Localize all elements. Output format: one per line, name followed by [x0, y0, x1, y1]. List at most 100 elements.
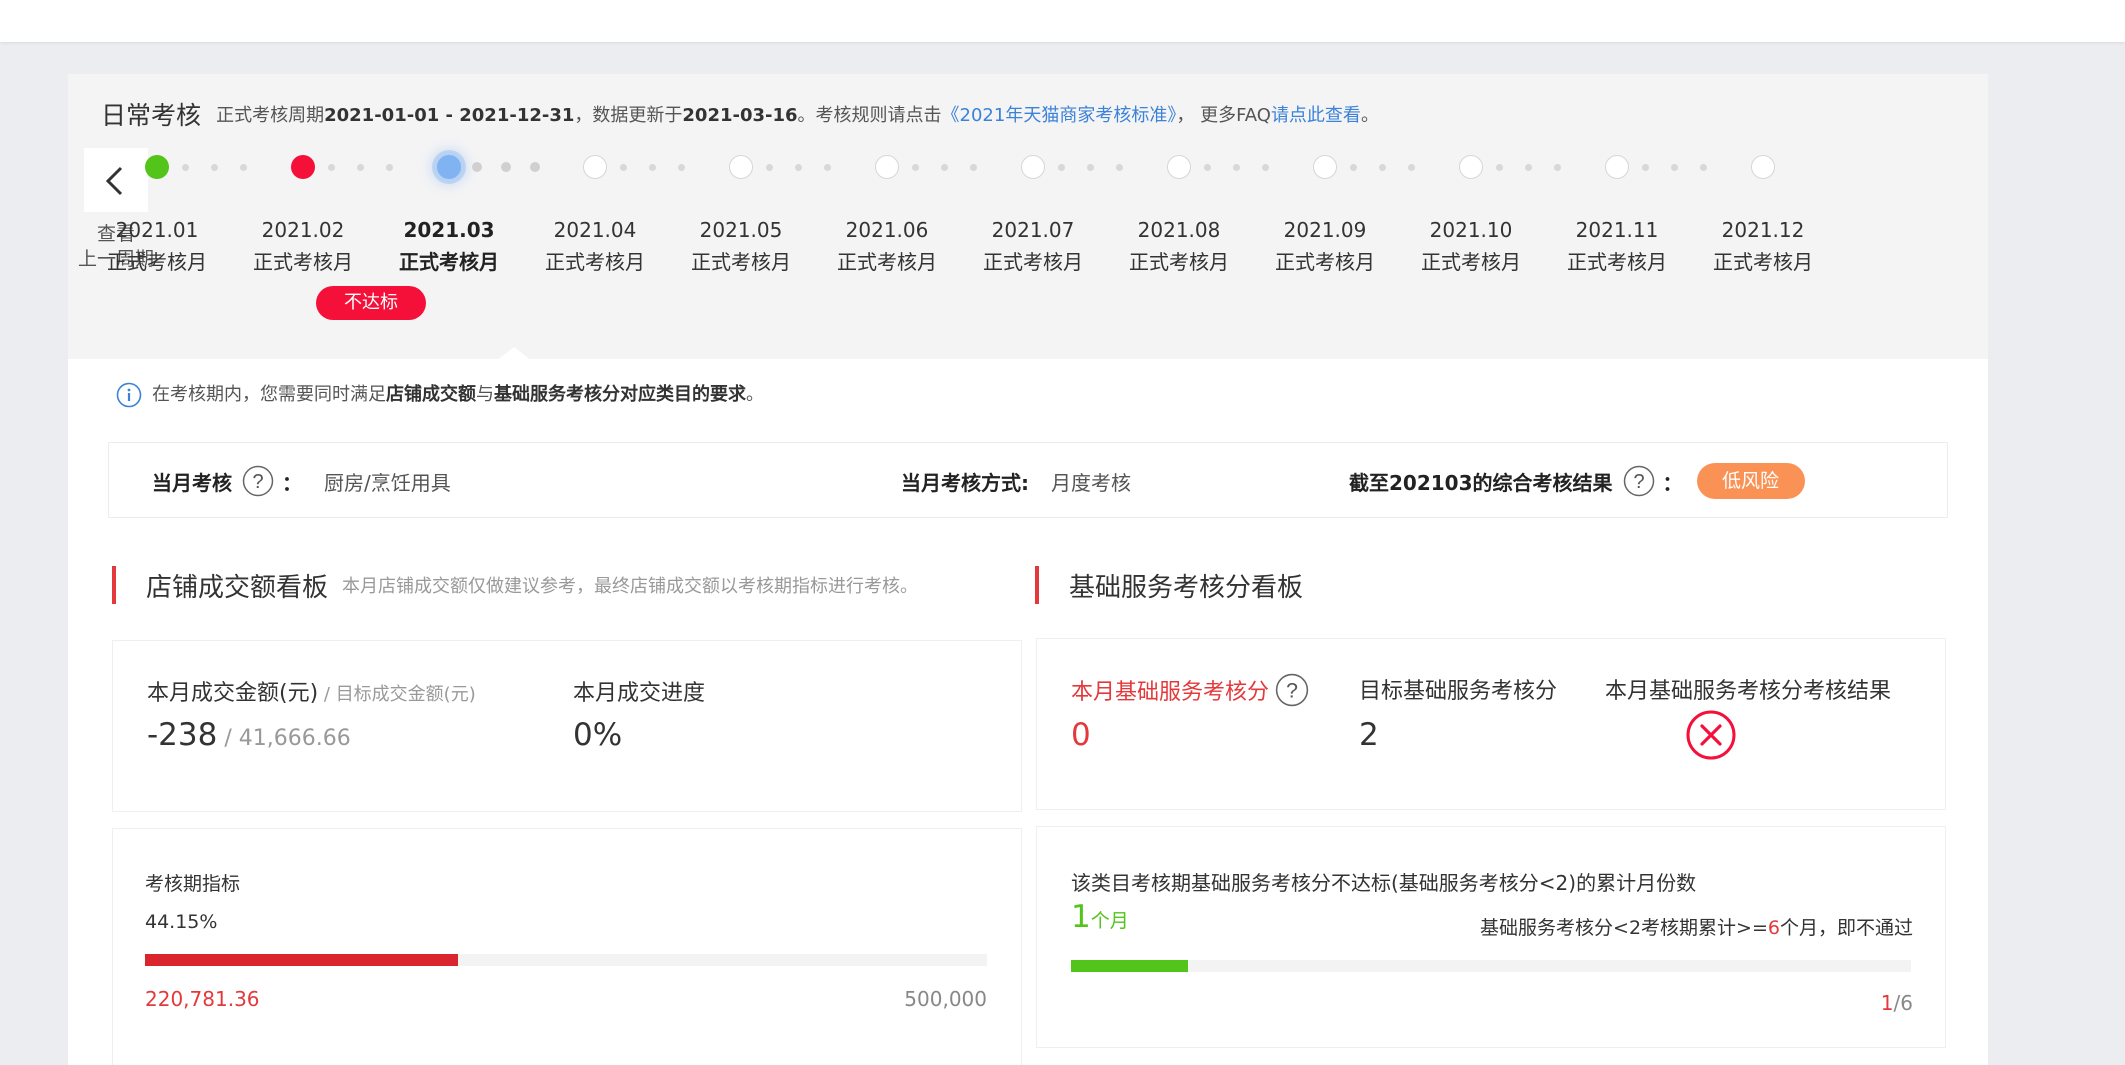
timeline-separator-dot [181, 163, 189, 171]
timeline-separator-dot [327, 163, 335, 171]
timeline-month-2021.06[interactable]: 2021.06 正式考核月 [814, 214, 960, 278]
timeline-month-2021.11[interactable]: 2021.11 正式考核月 [1544, 214, 1690, 278]
timeline-separator-dot [619, 163, 627, 171]
timeline-separator-dot [385, 163, 393, 171]
fail-count-progress-fill [1071, 960, 1188, 972]
timeline-dot-2021.09[interactable] [1313, 155, 1337, 179]
fail-count-ratio: 1/6 [1880, 991, 1913, 1015]
timeline-separator-dot [1553, 163, 1561, 171]
timeline-separator-dot [472, 162, 482, 172]
svg-text:?: ? [252, 471, 263, 493]
timeline-separator-dot [1203, 163, 1211, 171]
info-icon [116, 382, 142, 408]
timeline-month-2021.05[interactable]: 2021.05 正式考核月 [668, 214, 814, 278]
timeline-dot-2021.10[interactable] [1459, 155, 1483, 179]
timeline-dot-2021.01[interactable] [145, 155, 169, 179]
timeline-dot-2021.06[interactable] [875, 155, 899, 179]
question-icon[interactable]: ? [242, 465, 274, 497]
timeline-dot-2021.04[interactable] [583, 155, 607, 179]
current-month-pointer [496, 347, 532, 361]
fail-x-icon [1686, 710, 1736, 760]
monthly-sales-box: 本月成交金额(元) / 目标成交金额(元) -238 / 41,666.66 本… [112, 640, 1022, 812]
timeline-separator-dot [239, 163, 247, 171]
current-month-category: 当月考核 ? ： 厨房/烹饪用具 [152, 443, 451, 519]
top-bar [0, 0, 2125, 42]
monthly-service-box: 本月基础服务考核分 ? 0 目标基础服务考核分 2 本月基础服务考核分考核结果 [1036, 638, 1946, 810]
service-score-label: 本月基础服务考核分 ? [1071, 673, 1309, 707]
timeline-month-2021.04[interactable]: 2021.04 正式考核月 [522, 214, 668, 278]
fail-count-label: 该类目考核期基础服务考核分不达标(基础服务考核分<2)的累计月份数 [1071, 871, 1697, 895]
assessment-header: 日常考核 正式考核周期2021-01-01 - 2021-12-31，数据更新于… [68, 74, 1988, 361]
service-section-header: 基础服务考核分看板 [1035, 566, 1303, 604]
fail-rule-text: 基础服务考核分<2考核期累计>=6个月，即不通过 [1480, 917, 1913, 939]
period-current-value: 220,781.36 [145, 987, 260, 1011]
timeline-month-2021.02[interactable]: 2021.02 正式考核月 [230, 214, 376, 278]
period-target-percent: 44.15% [145, 911, 218, 933]
assessment-card: 日常考核 正式考核周期2021-01-01 - 2021-12-31，数据更新于… [68, 74, 1988, 1065]
timeline-separator-dot [356, 163, 364, 171]
timeline-dot-2021.02[interactable] [291, 155, 315, 179]
target-amount: 41,666.66 [238, 726, 351, 751]
timeline-separator-dot [648, 163, 656, 171]
method-value: 月度考核 [1051, 470, 1131, 495]
timeline-separator-dot [1261, 163, 1269, 171]
timeline-separator-dot [911, 163, 919, 171]
period-progress-fill [145, 954, 458, 966]
sales-section-title: 店铺成交额看板 [146, 572, 329, 603]
timeline-month-2021.12[interactable]: 2021.12 正式考核月 [1690, 214, 1836, 278]
timeline-separator-dot [677, 163, 685, 171]
timeline-month-2021.09[interactable]: 2021.09 正式考核月 [1252, 214, 1398, 278]
timeline-dot-2021.11[interactable] [1605, 155, 1629, 179]
timeline-month-2021.10[interactable]: 2021.10 正式考核月 [1398, 214, 1544, 278]
svg-text:?: ? [1633, 471, 1644, 493]
service-target-label: 目标基础服务考核分 [1359, 679, 1558, 704]
requirement-note: 在考核期内，您需要同时满足店铺成交额与基础服务考核分对应类目的要求。 [116, 380, 764, 408]
timeline-separator-dot [1670, 163, 1678, 171]
page-title: 日常考核 [101, 101, 202, 130]
monthly-progress-label: 本月成交进度 [573, 681, 706, 706]
timeline-dot-2021.08[interactable] [1167, 155, 1191, 179]
chevron-left-icon [105, 166, 123, 196]
timeline-dot-2021.07[interactable] [1021, 155, 1045, 179]
period-progress-bar [145, 954, 987, 966]
timeline-separator-dot [1407, 163, 1415, 171]
title-row: 日常考核 正式考核周期2021-01-01 - 2021-12-31，数据更新于… [101, 96, 1379, 132]
timeline-separator-dot [969, 163, 977, 171]
timeline-separator-dot [1232, 163, 1240, 171]
timeline-separator-dot [530, 162, 540, 172]
previous-cycle-button[interactable] [84, 148, 148, 212]
period-target-value: 500,000 [904, 987, 987, 1011]
timeline-month-2021.03[interactable]: 2021.03 正式考核月 [376, 214, 522, 278]
timeline-dot-2021.03[interactable] [437, 155, 461, 179]
rules-link[interactable]: 《2021年天猫商家考核标准》 [942, 105, 1177, 126]
timeline-separator-dot [1057, 163, 1065, 171]
question-icon[interactable]: ? [1275, 673, 1309, 707]
timeline-month-2021.01[interactable]: 2021.01 正式考核月 [84, 214, 230, 278]
period-target-label: 考核期指标 [145, 873, 241, 895]
timeline-separator-dot [823, 163, 831, 171]
timeline-month-2021.07[interactable]: 2021.07 正式考核月 [960, 214, 1106, 278]
timeline-separator-dot [210, 163, 218, 171]
category-value: 厨房/烹饪用具 [324, 470, 451, 495]
service-target-value: 2 [1359, 717, 1379, 753]
timeline-separator-dot [1699, 163, 1707, 171]
service-result-label: 本月基础服务考核分考核结果 [1605, 679, 1892, 704]
risk-badge: 低风险 [1696, 463, 1805, 499]
period-target-box: 考核期指标 44.15% 220,781.36 500,000 [112, 828, 1022, 1065]
timeline-month-2021.08[interactable]: 2021.08 正式考核月 [1106, 214, 1252, 278]
question-icon[interactable]: ? [1623, 465, 1655, 497]
timeline-dot-2021.12[interactable] [1751, 155, 1775, 179]
monthly-amount-label: 本月成交金额(元) / 目标成交金额(元) [147, 681, 476, 706]
timeline-separator-dot [1378, 163, 1386, 171]
assessment-summary: 当月考核 ? ： 厨房/烹饪用具 当月考核方式: 月度考核 截至202103的综… [108, 442, 1948, 518]
service-section-title: 基础服务考核分看板 [1069, 572, 1304, 603]
timeline-separator-dot [1349, 163, 1357, 171]
timeline-separator-dot [765, 163, 773, 171]
timeline-dot-2021.05[interactable] [729, 155, 753, 179]
assessment-method: 当月考核方式: 月度考核 [901, 443, 1131, 519]
timeline-separator-dot [1524, 163, 1532, 171]
timeline-separator-dot [501, 162, 511, 172]
fail-badge: 不达标 [316, 286, 426, 320]
faq-link[interactable]: 请点此查看 [1271, 105, 1361, 126]
overall-result: 截至202103的综合考核结果 ? ： 低风险 [1349, 443, 1805, 519]
